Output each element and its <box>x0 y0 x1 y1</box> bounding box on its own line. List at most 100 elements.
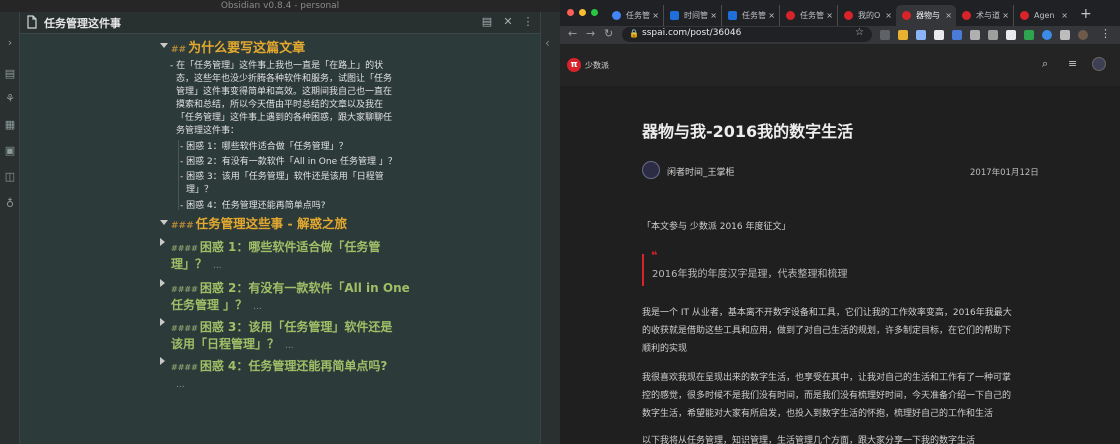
plugin-icon[interactable]: ▦ <box>3 118 17 132</box>
chrome-menu-icon[interactable]: ⋮ <box>1100 27 1111 40</box>
favicon-icon <box>962 11 971 20</box>
extension-icon[interactable] <box>1006 30 1016 40</box>
file-explorer-icon[interactable]: ▤ <box>3 67 17 81</box>
heading-4-continued: 理」？... <box>171 253 222 272</box>
bullet-item-continued: 理」？ <box>186 185 214 195</box>
close-tab-icon[interactable]: × <box>710 5 717 26</box>
bookmark-star-icon[interactable]: ☆ <box>855 27 864 38</box>
heading-4-text: 困惑 3：该用「任务管理」软件还是 <box>199 320 393 334</box>
article-paragraph: 以下我将从任务管理，知识管理，生活管理几个方面，跟大家分享一下我的数字生活 <box>642 436 976 444</box>
extension-icon[interactable] <box>952 30 962 40</box>
heading-4-continued: ... <box>170 372 185 391</box>
extension-icon[interactable] <box>916 30 926 40</box>
heading-marker: #### <box>171 244 198 253</box>
heading-4-text: 困惑 1：哪些软件适合做「任务管 <box>199 240 381 254</box>
forward-arrow-icon[interactable]: → <box>586 27 595 40</box>
close-tab-icon[interactable]: × <box>826 5 833 26</box>
search-icon[interactable]: ⌕ <box>1042 57 1048 71</box>
close-tab-icon[interactable]: × <box>945 5 952 26</box>
profile-avatar[interactable] <box>1078 30 1088 40</box>
close-window-button[interactable] <box>567 9 574 16</box>
close-tab-icon[interactable]: × <box>652 5 659 26</box>
note-header: 任务管理这件事 ▤ ✕ ⋮ <box>20 12 540 34</box>
extension-icon[interactable] <box>934 30 944 40</box>
open-today-icon[interactable]: ◫ <box>3 170 17 184</box>
extension-icon[interactable] <box>880 30 890 40</box>
tab-label: 器物与 <box>916 11 940 20</box>
chevron-right-icon[interactable]: › <box>3 36 17 50</box>
heading-marker: #### <box>171 363 198 372</box>
hamburger-menu-icon[interactable]: ≡ <box>1068 57 1077 70</box>
url-text[interactable]: sspai.com/post/36046 <box>642 28 741 38</box>
reading-view-icon[interactable]: ▤ <box>480 15 494 29</box>
back-arrow-icon[interactable]: ← <box>568 27 577 40</box>
minimize-window-button[interactable] <box>579 9 586 16</box>
fold-toggle-icon[interactable] <box>160 220 168 225</box>
tab-label: 术与道 <box>976 11 1000 20</box>
puzzle-icon[interactable] <box>1060 30 1070 40</box>
microphone-icon[interactable]: ♁ <box>3 197 17 211</box>
browser-tab-active[interactable]: 器物与 × <box>896 5 956 26</box>
heading-4-text: 任务管理 」？ <box>171 298 248 312</box>
favicon-icon <box>844 11 853 20</box>
chrome-window: 任务管 × 时间管 × 任务管 × 任务管 × 我的O × 器物与 × 术与道 … <box>560 0 1120 444</box>
folded-ellipsis[interactable]: ... <box>213 261 222 271</box>
browser-tab[interactable]: 术与道 × <box>956 5 1014 26</box>
user-avatar[interactable] <box>1092 57 1106 71</box>
obsidian-title-bar: Obsidian v0.8.4 - personal <box>0 0 560 12</box>
browser-tab[interactable]: 任务管 × <box>722 5 780 26</box>
paragraph-line: 的收获就是借助这些工具和应用，做到了对自己生活的规划，许多制定目标，在它们的帮助… <box>642 326 1012 336</box>
extension-icon[interactable] <box>970 30 980 40</box>
folded-ellipsis[interactable]: ... <box>285 341 294 351</box>
author-name[interactable]: 闲者时间_王掌柜 <box>667 165 735 178</box>
address-bar[interactable]: 🔒 sspai.com/post/36046 ☆ <box>622 27 872 42</box>
indent-guide <box>178 140 179 210</box>
site-name[interactable]: 少数派 <box>585 60 609 71</box>
heading-marker: ### <box>171 221 194 231</box>
favicon-icon <box>786 11 795 20</box>
calendar-icon[interactable]: ▣ <box>3 144 17 158</box>
chevron-left-icon[interactable]: ‹ <box>545 36 550 50</box>
paragraph-line: 我是一个 IT 从业者，基本离不开数字设备和工具，它们让我的工作效率变高，201… <box>642 308 1012 318</box>
fold-toggle-icon[interactable] <box>160 279 165 287</box>
extension-icon[interactable] <box>1042 30 1052 40</box>
zoom-window-button[interactable] <box>591 9 598 16</box>
browser-tab[interactable]: 任务管 × <box>606 5 664 26</box>
paragraph-line: 数字生活，希望能对大家有所启发，也投入到数字生活的怀抱，梳理好自己的工作和生活 <box>642 409 994 419</box>
more-options-icon[interactable]: ⋮ <box>521 15 535 29</box>
document-icon <box>27 15 37 29</box>
browser-tab[interactable]: Agen × <box>1014 5 1072 26</box>
browser-tab[interactable]: 时间管 × <box>664 5 722 26</box>
sspai-logo-icon[interactable]: π <box>567 58 581 72</box>
browser-tab[interactable]: 任务管 × <box>780 5 838 26</box>
folded-ellipsis[interactable]: ... <box>176 380 185 390</box>
graph-view-icon[interactable]: ⚘ <box>3 92 17 106</box>
extension-icon[interactable] <box>898 30 908 40</box>
new-tab-icon[interactable]: + <box>1080 6 1092 22</box>
heading-3-text: 任务管理这些事 - 解惑之旅 <box>195 216 348 231</box>
browser-toolbar: ← → ↻ 🔒 sspai.com/post/36046 ☆ ⋮ <box>560 26 1120 44</box>
close-tab-icon[interactable]: × <box>1061 5 1068 26</box>
editor-pane[interactable]: ## 为什么要写这篇文章 - 在「任务管理」这件事上我也一直是「在路上」的状 态，… <box>20 34 540 444</box>
article-paragraph: 我很喜欢我现在呈现出来的数字生活，也享受在其中，让我对自己的生活和工作有了一种可… <box>642 369 1014 423</box>
author-avatar[interactable] <box>642 161 660 179</box>
right-sidebar-collapsed: ‹ <box>540 12 560 444</box>
favicon-icon <box>612 11 621 20</box>
reload-icon[interactable]: ↻ <box>604 27 613 40</box>
close-tab-icon[interactable]: × <box>1002 5 1009 26</box>
close-tab-icon[interactable]: × <box>768 5 775 26</box>
browser-tab[interactable]: 我的O × <box>838 5 896 26</box>
fold-toggle-icon[interactable] <box>160 238 165 246</box>
fold-toggle-icon[interactable] <box>160 318 165 326</box>
folded-ellipsis[interactable]: ... <box>253 302 262 312</box>
intro-line-6: 务管理这件事： <box>176 126 240 136</box>
bullet-item: - 困惑 4：任务管理还能再简单点吗? <box>180 201 326 211</box>
fold-toggle-icon[interactable] <box>160 357 165 365</box>
intro-line-5: 「任务管理」这件事上遇到的各种困惑，跟大家聊聊任 <box>176 113 393 123</box>
fold-toggle-icon[interactable] <box>160 43 168 48</box>
paragraph-line: 控的感觉，很多时候不是我们没有时间，而是我们没有梳理好时间，今天准备介绍一下自己… <box>642 391 1012 401</box>
close-tab-icon[interactable]: × <box>885 5 892 26</box>
close-icon[interactable]: ✕ <box>501 15 515 29</box>
extension-icon[interactable] <box>988 30 998 40</box>
extension-icon[interactable] <box>1024 30 1034 40</box>
